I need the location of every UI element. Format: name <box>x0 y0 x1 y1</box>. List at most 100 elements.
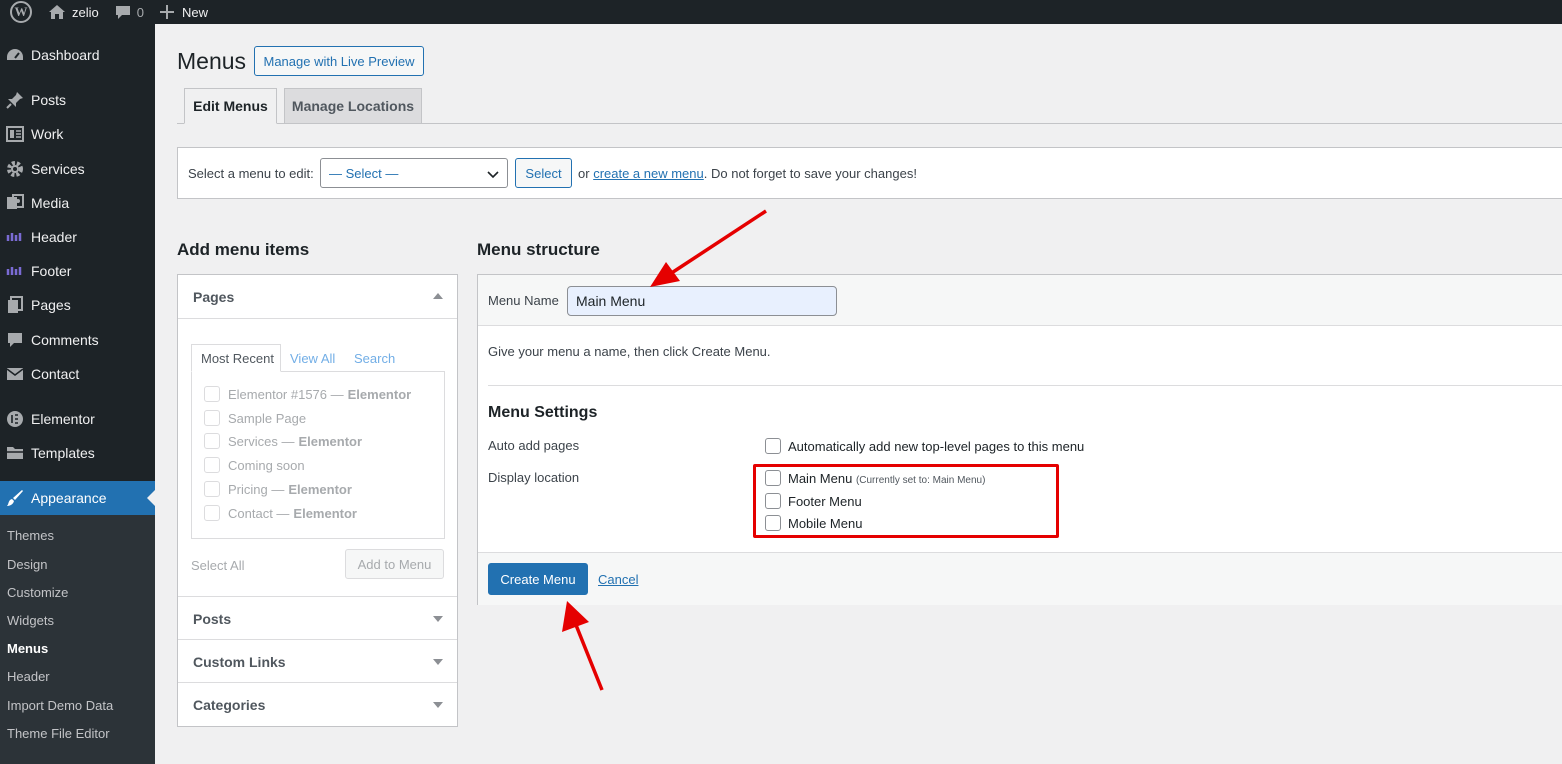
page-tag: Elementor <box>293 505 357 521</box>
display-location-label: Display location <box>488 470 580 485</box>
select-button[interactable]: Select <box>515 158 572 188</box>
sidebar-item-comments[interactable]: Comments <box>0 323 155 357</box>
tab-manage-locations[interactable]: Manage Locations <box>284 88 422 124</box>
create-new-menu-link[interactable]: create a new menu <box>593 166 704 181</box>
accordion-title-posts[interactable]: Posts <box>193 611 231 627</box>
checkbox[interactable] <box>204 410 220 426</box>
sidebar-item-pages[interactable]: Pages <box>0 288 155 322</box>
media-icon <box>4 193 26 213</box>
divider <box>178 682 457 683</box>
menu-management-panel: Menu Name Main Menu Give your menu a nam… <box>477 274 1562 605</box>
select-all-checkbox-label[interactable]: Select All <box>191 558 244 573</box>
subtab-view-all[interactable]: View All <box>290 346 335 370</box>
appearance-submenu: Themes Design Customize Widgets Menus He… <box>0 515 155 764</box>
site-name-link[interactable]: zelio <box>40 0 107 24</box>
comments-link[interactable]: 0 <box>107 0 152 24</box>
auto-add-pages-checkbox[interactable] <box>765 438 781 454</box>
sidebar-item-contact[interactable]: Contact <box>0 357 155 391</box>
auto-add-pages-option: Automatically add new top-level pages to… <box>788 439 1085 454</box>
auto-add-pages-label: Auto add pages <box>488 438 580 453</box>
comments-count: 0 <box>136 4 144 20</box>
accordion-title-custom-links[interactable]: Custom Links <box>193 654 286 670</box>
page-checkbox-row[interactable]: Elementor #1576 — Elementor <box>204 384 411 404</box>
add-menu-items-accordion: Pages Most Recent View All Search Elemen… <box>177 274 458 727</box>
submenu-item-themes[interactable]: Themes <box>7 525 54 545</box>
submenu-item-menus[interactable]: Menus <box>7 638 48 658</box>
sidebar-item-elementor[interactable]: Elementor <box>0 402 155 436</box>
sidebar-item-media[interactable]: Media <box>0 186 155 220</box>
sidebar-item-header[interactable]: Header <box>0 220 155 254</box>
sidebar-item-templates[interactable]: Templates <box>0 436 155 470</box>
accordion-title-pages[interactable]: Pages <box>193 289 234 305</box>
page-checkbox-row[interactable]: Pricing — Elementor <box>204 479 352 499</box>
new-label: New <box>181 4 208 20</box>
sidebar-item-services[interactable]: Services <box>0 152 155 186</box>
select-value: — Select — <box>329 165 399 181</box>
portfolio-icon <box>4 124 26 144</box>
menu-settings-heading: Menu Settings <box>488 404 598 421</box>
sidebar-label: Pages <box>31 297 71 313</box>
page-tag: Elementor <box>347 386 412 402</box>
expand-arrow-icon[interactable] <box>433 659 443 665</box>
sidebar-label: Header <box>31 229 77 245</box>
subtab-search[interactable]: Search <box>354 346 395 370</box>
sidebar-label: Work <box>31 126 64 142</box>
add-to-menu-button[interactable]: Add to Menu <box>345 549 444 579</box>
menu-name-input[interactable]: Main Menu <box>567 286 837 316</box>
elementor-icon <box>4 409 26 429</box>
cancel-link[interactable]: Cancel <box>598 572 638 587</box>
pin-icon <box>4 90 26 110</box>
new-content-link[interactable]: New <box>152 0 216 24</box>
submenu-item-header[interactable]: Header <box>7 666 50 686</box>
sidebar-item-work[interactable]: Work <box>0 117 155 151</box>
subtab-most-recent[interactable]: Most Recent <box>191 344 281 372</box>
sidebar-item-posts[interactable]: Posts <box>0 83 155 117</box>
sidebar-label: Dashboard <box>31 47 100 63</box>
page-checkbox-row[interactable]: Contact — Elementor <box>204 503 357 523</box>
admin-bar: W zelio 0 New <box>0 0 1562 24</box>
expand-arrow-icon[interactable] <box>433 702 443 708</box>
checkbox[interactable] <box>204 386 220 402</box>
divider <box>488 385 1562 386</box>
tab-edit-menus[interactable]: Edit Menus <box>184 88 277 124</box>
page-tag: Elementor <box>298 433 363 449</box>
manage-live-preview-button[interactable]: Manage with Live Preview <box>254 46 424 76</box>
page-name: Coming soon <box>228 457 305 473</box>
expand-arrow-icon[interactable] <box>433 616 443 622</box>
page-name: Sample Page <box>228 410 307 426</box>
page-checkbox-row[interactable]: Sample Page <box>204 408 310 428</box>
submenu-item-design[interactable]: Design <box>7 554 47 574</box>
sidebar-label: Services <box>31 161 85 177</box>
collapse-arrow-icon[interactable] <box>433 293 443 299</box>
checkbox[interactable] <box>204 433 220 449</box>
plus-icon <box>159 5 174 19</box>
page-checkbox-row[interactable]: Services — Elementor <box>204 431 362 451</box>
menu-name-label: Menu Name <box>488 293 559 308</box>
sidebar-item-footer[interactable]: Footer <box>0 254 155 288</box>
menu-footer: Create Menu Cancel <box>478 552 1562 605</box>
page-name: Elementor #1576 — <box>228 386 344 402</box>
submenu-item-widgets[interactable]: Widgets <box>7 610 54 630</box>
sidebar-label: Posts <box>31 92 67 108</box>
gear-icon <box>4 159 26 179</box>
sidebar-label: Media <box>31 195 70 211</box>
submenu-item-customize[interactable]: Customize <box>7 582 68 602</box>
menu-select-dropdown[interactable]: — Select — <box>320 158 508 188</box>
sidebar-label: Footer <box>31 263 72 279</box>
sidebar-item-dashboard[interactable]: Dashboard <box>0 38 155 72</box>
checkbox[interactable] <box>204 505 220 521</box>
checkbox[interactable] <box>204 457 220 473</box>
submenu-item-theme-file-editor[interactable]: Theme File Editor <box>7 723 110 743</box>
elementor-kit-icon <box>4 261 26 281</box>
wordpress-logo-icon[interactable]: W <box>0 0 40 24</box>
sidebar-label: Appearance <box>31 490 107 506</box>
sidebar-item-appearance[interactable]: Appearance <box>0 481 155 515</box>
accordion-title-categories[interactable]: Categories <box>193 697 265 713</box>
create-menu-button[interactable]: Create Menu <box>488 563 588 595</box>
submenu-item-import-demo-data[interactable]: Import Demo Data <box>7 695 113 715</box>
checkbox[interactable] <box>204 481 220 497</box>
comment-bubble-icon <box>115 5 131 20</box>
menu-structure-heading: Menu structure <box>477 240 600 259</box>
page-checkbox-row[interactable]: Coming soon <box>204 455 309 475</box>
folder-icon <box>4 443 26 463</box>
